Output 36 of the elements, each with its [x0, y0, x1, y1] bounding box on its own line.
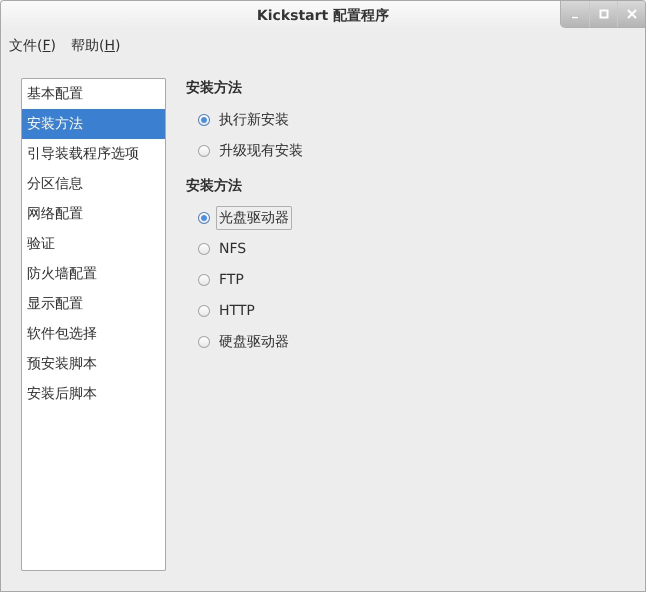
radio-button[interactable]	[198, 274, 210, 286]
radio-label: 光盘驱动器	[216, 206, 292, 230]
minimize-button[interactable]	[561, 1, 589, 27]
sidebar-item[interactable]: 防火墙配置	[22, 259, 165, 289]
radio-label: FTP	[218, 270, 245, 290]
sidebar-item[interactable]: 安装方法	[22, 109, 165, 139]
close-button[interactable]	[617, 1, 645, 27]
close-icon	[626, 9, 636, 19]
minimize-icon	[571, 16, 579, 18]
sidebar-item[interactable]: 验证	[22, 229, 165, 259]
sidebar-item[interactable]: 基本配置	[22, 79, 165, 109]
section-heading: 安装方法	[186, 176, 243, 196]
radio-label: NFS	[218, 240, 248, 258]
menu-item[interactable]: 帮助(H)	[71, 37, 120, 55]
radio-label: 执行新安装	[218, 110, 290, 130]
radio-button[interactable]	[198, 336, 210, 348]
radio-label: 升级现有安装	[218, 142, 304, 160]
section-heading: 安装方法	[186, 78, 243, 98]
maximize-icon	[598, 9, 608, 19]
radio-button[interactable]	[198, 114, 210, 126]
radio-button[interactable]	[198, 144, 210, 156]
radio-label: HTTP	[218, 302, 256, 320]
sidebar-item[interactable]: 引导装载程序选项	[22, 139, 165, 169]
maximize-button[interactable]	[589, 1, 617, 27]
window-title: Kickstart 配置程序	[256, 7, 390, 25]
sidebar-item[interactable]: 安装后脚本	[22, 379, 165, 409]
sidebar-item[interactable]: 分区信息	[22, 169, 165, 199]
sidebar-item[interactable]: 网络配置	[22, 199, 165, 229]
radio-label: 硬盘驱动器	[218, 332, 290, 352]
menu-item[interactable]: 文件(F)	[9, 37, 56, 55]
sidebar-item[interactable]: 软件包选择	[22, 319, 165, 349]
radio-button[interactable]	[198, 304, 210, 316]
sidebar-item[interactable]: 预安装脚本	[22, 349, 165, 379]
radio-button[interactable]	[198, 212, 210, 224]
radio-button[interactable]	[198, 242, 210, 254]
sidebar-item[interactable]: 显示配置	[22, 289, 165, 319]
